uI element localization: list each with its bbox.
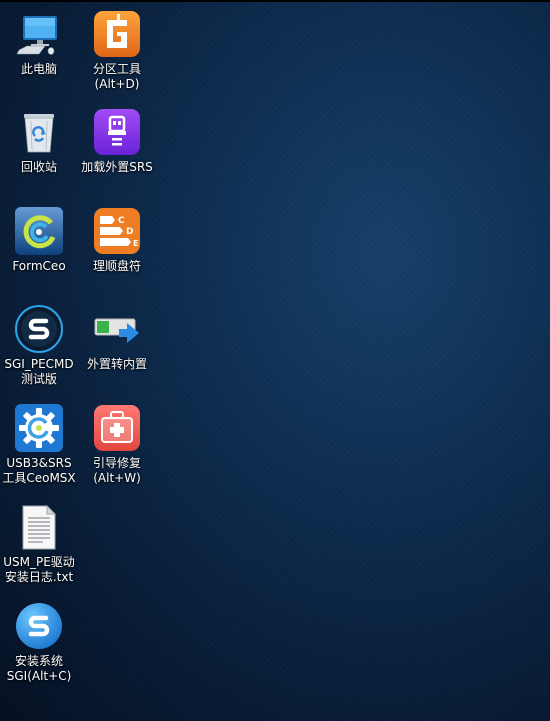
icon-label-line1: 外置转内置 (86, 357, 147, 371)
gear-icon (15, 404, 63, 452)
desktop-icon-boot-repair[interactable]: 引导修复 (Alt+W) (78, 404, 156, 486)
usb-plug-icon (93, 108, 141, 156)
icon-label-line1: 理顺盘符 (92, 259, 141, 273)
icon-label-line1: 加载外置SRS (81, 160, 153, 174)
desktop-icon-load-external-srs[interactable]: 加载外置SRS (78, 108, 156, 175)
icon-label-line2: (Alt+D) (94, 77, 140, 91)
svg-text:C: C (118, 216, 125, 226)
recycle-bin-icon (15, 108, 63, 156)
drive-letters-icon: C D E (93, 207, 141, 255)
icon-label-line1: 回收站 (20, 160, 57, 174)
first-aid-kit-icon (93, 404, 141, 452)
icon-label-line2: 测试版 (20, 372, 57, 386)
icon-label-line1: SGI_PECMD (4, 357, 74, 371)
desktop-icon-usb3-srs-tool[interactable]: USB3&SRS 工具CeoMSX (0, 404, 78, 486)
icon-label-line1: USM_PE驱动 (3, 555, 75, 569)
icon-label-line1: 引导修复 (92, 456, 141, 470)
top-strip (0, 0, 550, 2)
text-file-icon (15, 503, 63, 551)
computer-icon (15, 10, 63, 58)
partition-tool-icon (93, 10, 141, 58)
desktop-icon-drive-letter-arrange[interactable]: C D E 理顺盘符 (78, 207, 156, 274)
desktop-icon-sgi-pecmd[interactable]: SGI_PECMD 测试版 (0, 305, 78, 387)
icon-label-line1: 安装系统 (14, 654, 63, 668)
desktop-icon-partition-tool[interactable]: 分区工具 (Alt+D) (78, 10, 156, 92)
icon-label-line1: FormCeo (12, 259, 66, 273)
sgi-install-icon (15, 602, 63, 650)
desktop-icon-external-to-internal[interactable]: 外置转内置 (78, 305, 156, 372)
desktop-icon-formceo[interactable]: FormCeo (0, 207, 78, 274)
desktop-icon-this-pc[interactable]: 此电脑 (0, 10, 78, 77)
icon-label-line1: 分区工具 (92, 62, 141, 76)
svg-text:D: D (126, 227, 133, 237)
desktop-icon-recycle-bin[interactable]: 回收站 (0, 108, 78, 175)
icon-label-line2: (Alt+W) (93, 471, 141, 485)
formceo-icon (15, 207, 63, 255)
svg-text:E: E (133, 239, 138, 248)
icon-label-line1: USB3&SRS (6, 456, 72, 470)
swap-arrow-icon (93, 305, 141, 353)
desktop-icon-usm-pe-driver-log[interactable]: USM_PE驱动 安装日志.txt (0, 503, 78, 585)
icon-label-line2: 安装日志.txt (4, 570, 74, 584)
desktop-icon-install-system-sgi[interactable]: 安装系统 SGI(Alt+C) (0, 602, 78, 684)
sgi-logo-icon (15, 305, 63, 353)
icon-label-line1: 此电脑 (20, 62, 57, 76)
icon-label-line2: 工具CeoMSX (2, 471, 76, 485)
icon-label-line2: SGI(Alt+C) (6, 669, 72, 683)
